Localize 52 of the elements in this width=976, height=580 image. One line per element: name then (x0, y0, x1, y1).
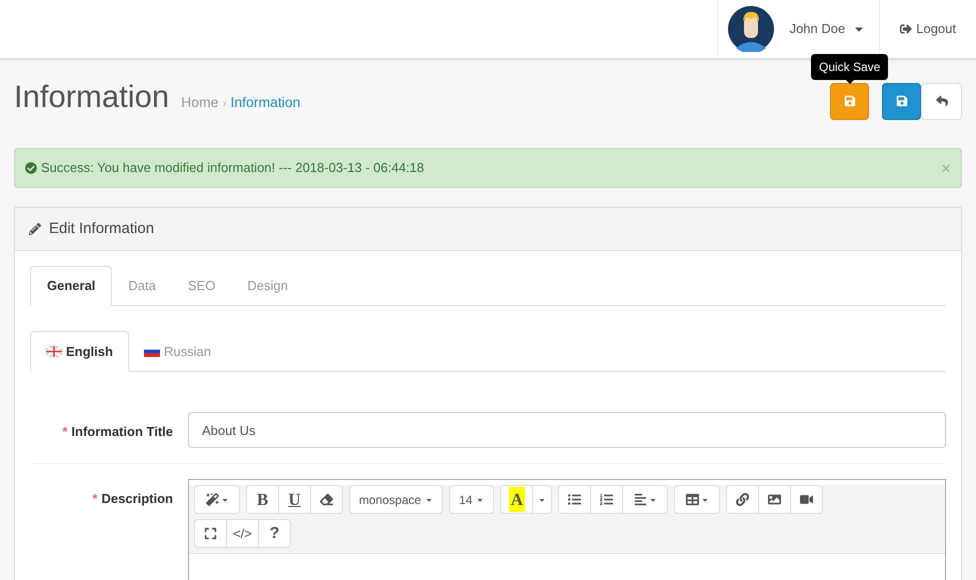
video-icon (800, 493, 814, 506)
font-select[interactable]: monospace (349, 485, 444, 514)
tab[interactable]: General (30, 266, 112, 306)
save-icon (896, 95, 908, 107)
link-icon (736, 493, 750, 506)
user-menu[interactable]: John Doe (790, 19, 866, 39)
toolbar-button[interactable] (726, 485, 760, 514)
toolbar-button[interactable] (310, 485, 343, 514)
title-field[interactable]: About Us (188, 412, 946, 448)
toolbar-button[interactable] (558, 485, 592, 514)
alert-message: Success: You have modified information! --- 2018-03-13 - 06:44:18 (41, 159, 426, 178)
highlight-button[interactable]: A (500, 485, 534, 514)
toolbar-button[interactable] (622, 485, 668, 514)
flag-icon (46, 346, 62, 357)
toolbar-button[interactable] (674, 485, 720, 514)
underline-button[interactable]: U (278, 485, 311, 514)
quick-save-button[interactable] (830, 82, 869, 120)
required-mark: * (62, 424, 68, 439)
back-button[interactable] (921, 82, 962, 120)
toolbar-button[interactable] (790, 485, 824, 514)
numbered-list-icon (600, 493, 614, 506)
field-label: * Description (92, 490, 173, 508)
toolbar-button[interactable] (194, 485, 240, 514)
reply-icon (936, 95, 948, 107)
page-title: Information (14, 78, 170, 116)
field-label: * Information Title (62, 423, 173, 441)
code-view-button[interactable]: </> (226, 519, 259, 548)
bold-button[interactable]: B (246, 485, 279, 514)
logout-link[interactable]: Logout (900, 19, 956, 39)
expand-icon (204, 527, 217, 540)
breadcrumb-separator: › (222, 94, 226, 112)
font-select[interactable]: 14 (449, 485, 494, 514)
save-button[interactable] (882, 82, 921, 120)
save-icon (844, 95, 856, 107)
bullet-list-icon (568, 493, 582, 506)
toolbar-button[interactable] (194, 519, 227, 548)
table-icon (686, 493, 699, 506)
panel-title: Edit Information (49, 218, 154, 239)
image-icon (768, 493, 782, 506)
align-icon (634, 493, 647, 506)
help-button[interactable]: ? (258, 519, 291, 548)
eraser-icon (320, 493, 333, 506)
magic-wand-icon (206, 493, 218, 506)
check-icon (25, 162, 37, 174)
highlight-letter: A (508, 486, 526, 512)
toolbar-button[interactable] (590, 485, 624, 514)
logout-icon (900, 23, 912, 35)
required-mark: * (92, 491, 98, 506)
language-tab[interactable]: English (30, 331, 129, 372)
avatar-icon (728, 6, 774, 52)
toolbar-button[interactable] (758, 485, 792, 514)
pencil-icon (29, 223, 41, 235)
